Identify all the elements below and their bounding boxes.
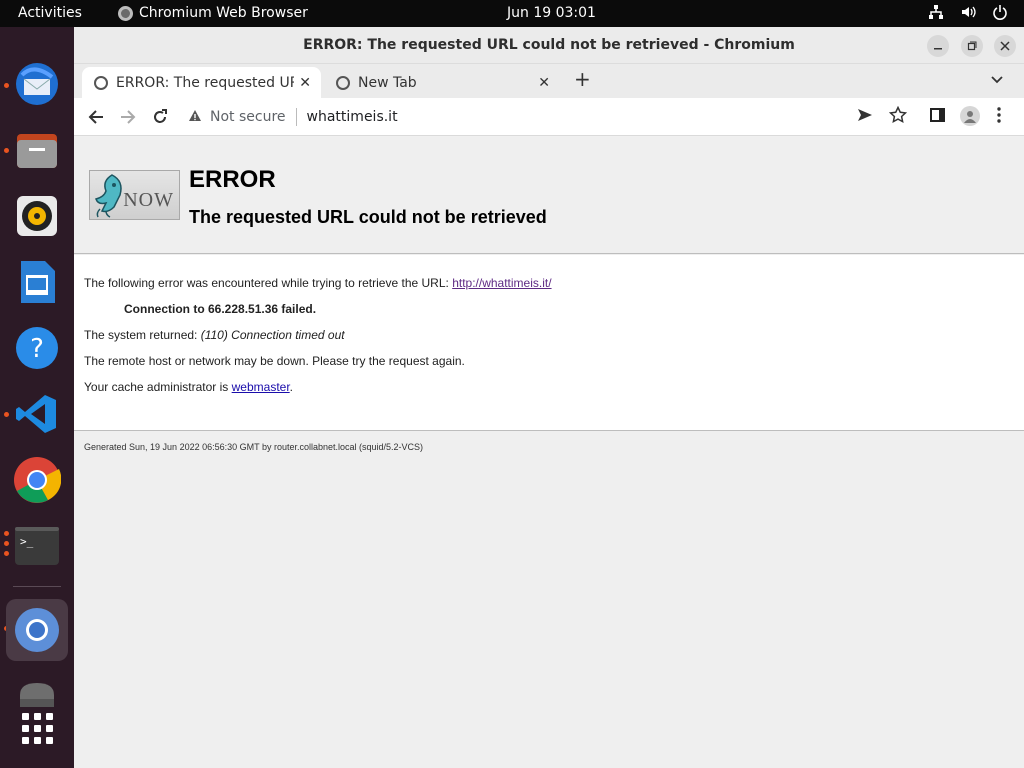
- side-panel-icon[interactable]: [929, 106, 947, 128]
- app-name-label: Chromium Web Browser: [139, 5, 308, 21]
- tab-search-icon[interactable]: [990, 72, 1004, 90]
- back-icon[interactable]: [85, 106, 107, 128]
- minimize-button[interactable]: [927, 35, 949, 57]
- page-content: NOW ERROR The requested URL could not be…: [74, 137, 1024, 768]
- dock: ? >_: [0, 27, 74, 768]
- help-icon[interactable]: ?: [13, 324, 61, 372]
- thunderbird-icon[interactable]: [13, 60, 61, 108]
- vscode-icon[interactable]: [13, 390, 61, 438]
- tab-new-tab[interactable]: New Tab ✕: [324, 67, 560, 98]
- security-label: Not secure: [210, 109, 286, 125]
- tab-strip: ERROR: The requested UR ✕ New Tab ✕ +: [74, 64, 1024, 98]
- dock-separator: [13, 586, 61, 587]
- new-tab-button[interactable]: +: [574, 67, 591, 91]
- app-menu[interactable]: Chromium Web Browser: [118, 5, 308, 21]
- error-body: The following error was encountered whil…: [74, 255, 1024, 431]
- chrome-icon[interactable]: [13, 456, 61, 504]
- top-bar: Activities Chromium Web Browser Jun 19 0…: [0, 0, 1024, 27]
- svg-text:?: ?: [30, 334, 44, 364]
- running-indicator: [4, 148, 9, 153]
- running-indicator: [4, 551, 9, 556]
- volume-icon: [960, 4, 976, 20]
- browser-toolbar: Not secure whattimeis.it: [74, 98, 1024, 136]
- cache-admin-suffix: .: [289, 380, 294, 394]
- logo-text: NOW: [123, 189, 174, 211]
- globe-icon: [94, 75, 108, 90]
- network-icon: [928, 4, 944, 20]
- rhythmbox-icon[interactable]: [13, 192, 61, 240]
- terminal-icon[interactable]: >_: [13, 522, 61, 570]
- reload-icon[interactable]: [149, 106, 171, 128]
- cache-admin-line: Your cache administrator is webmaster.: [84, 380, 293, 394]
- remote-host-text: The remote host or network may be down. …: [84, 354, 465, 368]
- omnibox-separator: [295, 108, 297, 126]
- running-indicator: [4, 541, 9, 546]
- warning-icon[interactable]: [188, 109, 202, 126]
- menu-icon[interactable]: [996, 106, 1002, 128]
- system-error-text: (110) Connection timed out: [200, 328, 345, 342]
- requested-url-link[interactable]: http://whattimeis.it/: [452, 276, 551, 290]
- window-titlebar[interactable]: ERROR: The requested URL could not be re…: [74, 27, 1024, 64]
- send-icon[interactable]: [856, 106, 874, 128]
- system-returned-line: The system returned: (110) Connection ti…: [84, 328, 345, 342]
- error-line-url: The following error was encountered whil…: [84, 276, 552, 290]
- tab-error-page[interactable]: ERROR: The requested UR ✕: [82, 67, 321, 98]
- window-title: ERROR: The requested URL could not be re…: [303, 37, 795, 53]
- profile-icon[interactable]: [960, 106, 980, 126]
- connection-failed-text: Connection to 66.228.51.36 failed.: [124, 302, 317, 316]
- generated-footer: Generated Sun, 19 Jun 2022 06:56:30 GMT …: [84, 442, 424, 452]
- bookmark-star-icon[interactable]: [888, 105, 908, 128]
- svg-text:>_: >_: [20, 535, 34, 548]
- tab-label: New Tab: [358, 74, 417, 91]
- maximize-button[interactable]: [961, 35, 983, 57]
- browser-window: ERROR: The requested URL could not be re…: [74, 27, 1024, 768]
- close-tab-icon[interactable]: ✕: [538, 75, 550, 91]
- running-indicator: [4, 412, 9, 417]
- app-grid-icon[interactable]: [13, 704, 61, 752]
- error-subheading: The requested URL could not be retrieved: [189, 207, 547, 227]
- writer-icon[interactable]: [13, 258, 61, 306]
- error-header: NOW ERROR The requested URL could not be…: [74, 137, 1024, 254]
- cache-admin-label: Your cache administrator is: [84, 380, 232, 394]
- system-tray[interactable]: [928, 4, 1008, 20]
- error-line-text: The following error was encountered whil…: [84, 276, 453, 290]
- chromium-small-icon: [118, 5, 133, 21]
- chromium-icon[interactable]: [6, 599, 68, 661]
- url-text[interactable]: whattimeis.it: [307, 109, 398, 125]
- webmaster-link[interactable]: webmaster: [232, 380, 290, 394]
- running-indicator: [4, 83, 9, 88]
- system-returned-label: The system returned:: [84, 328, 201, 342]
- running-indicator: [4, 531, 9, 536]
- tab-label: ERROR: The requested UR: [116, 74, 294, 91]
- files-icon[interactable]: [13, 126, 61, 174]
- clock[interactable]: Jun 19 03:01: [507, 5, 596, 21]
- close-tab-icon[interactable]: ✕: [299, 75, 311, 91]
- power-icon: [992, 4, 1008, 20]
- forward-icon[interactable]: [117, 106, 139, 128]
- close-window-button[interactable]: [994, 35, 1016, 57]
- chromium-tab-icon: [336, 75, 350, 90]
- error-heading: ERROR: [189, 166, 276, 193]
- squid-logo: NOW: [89, 170, 180, 220]
- address-bar[interactable]: Not secure whattimeis.it: [188, 103, 398, 131]
- activities-button[interactable]: Activities: [18, 5, 82, 21]
